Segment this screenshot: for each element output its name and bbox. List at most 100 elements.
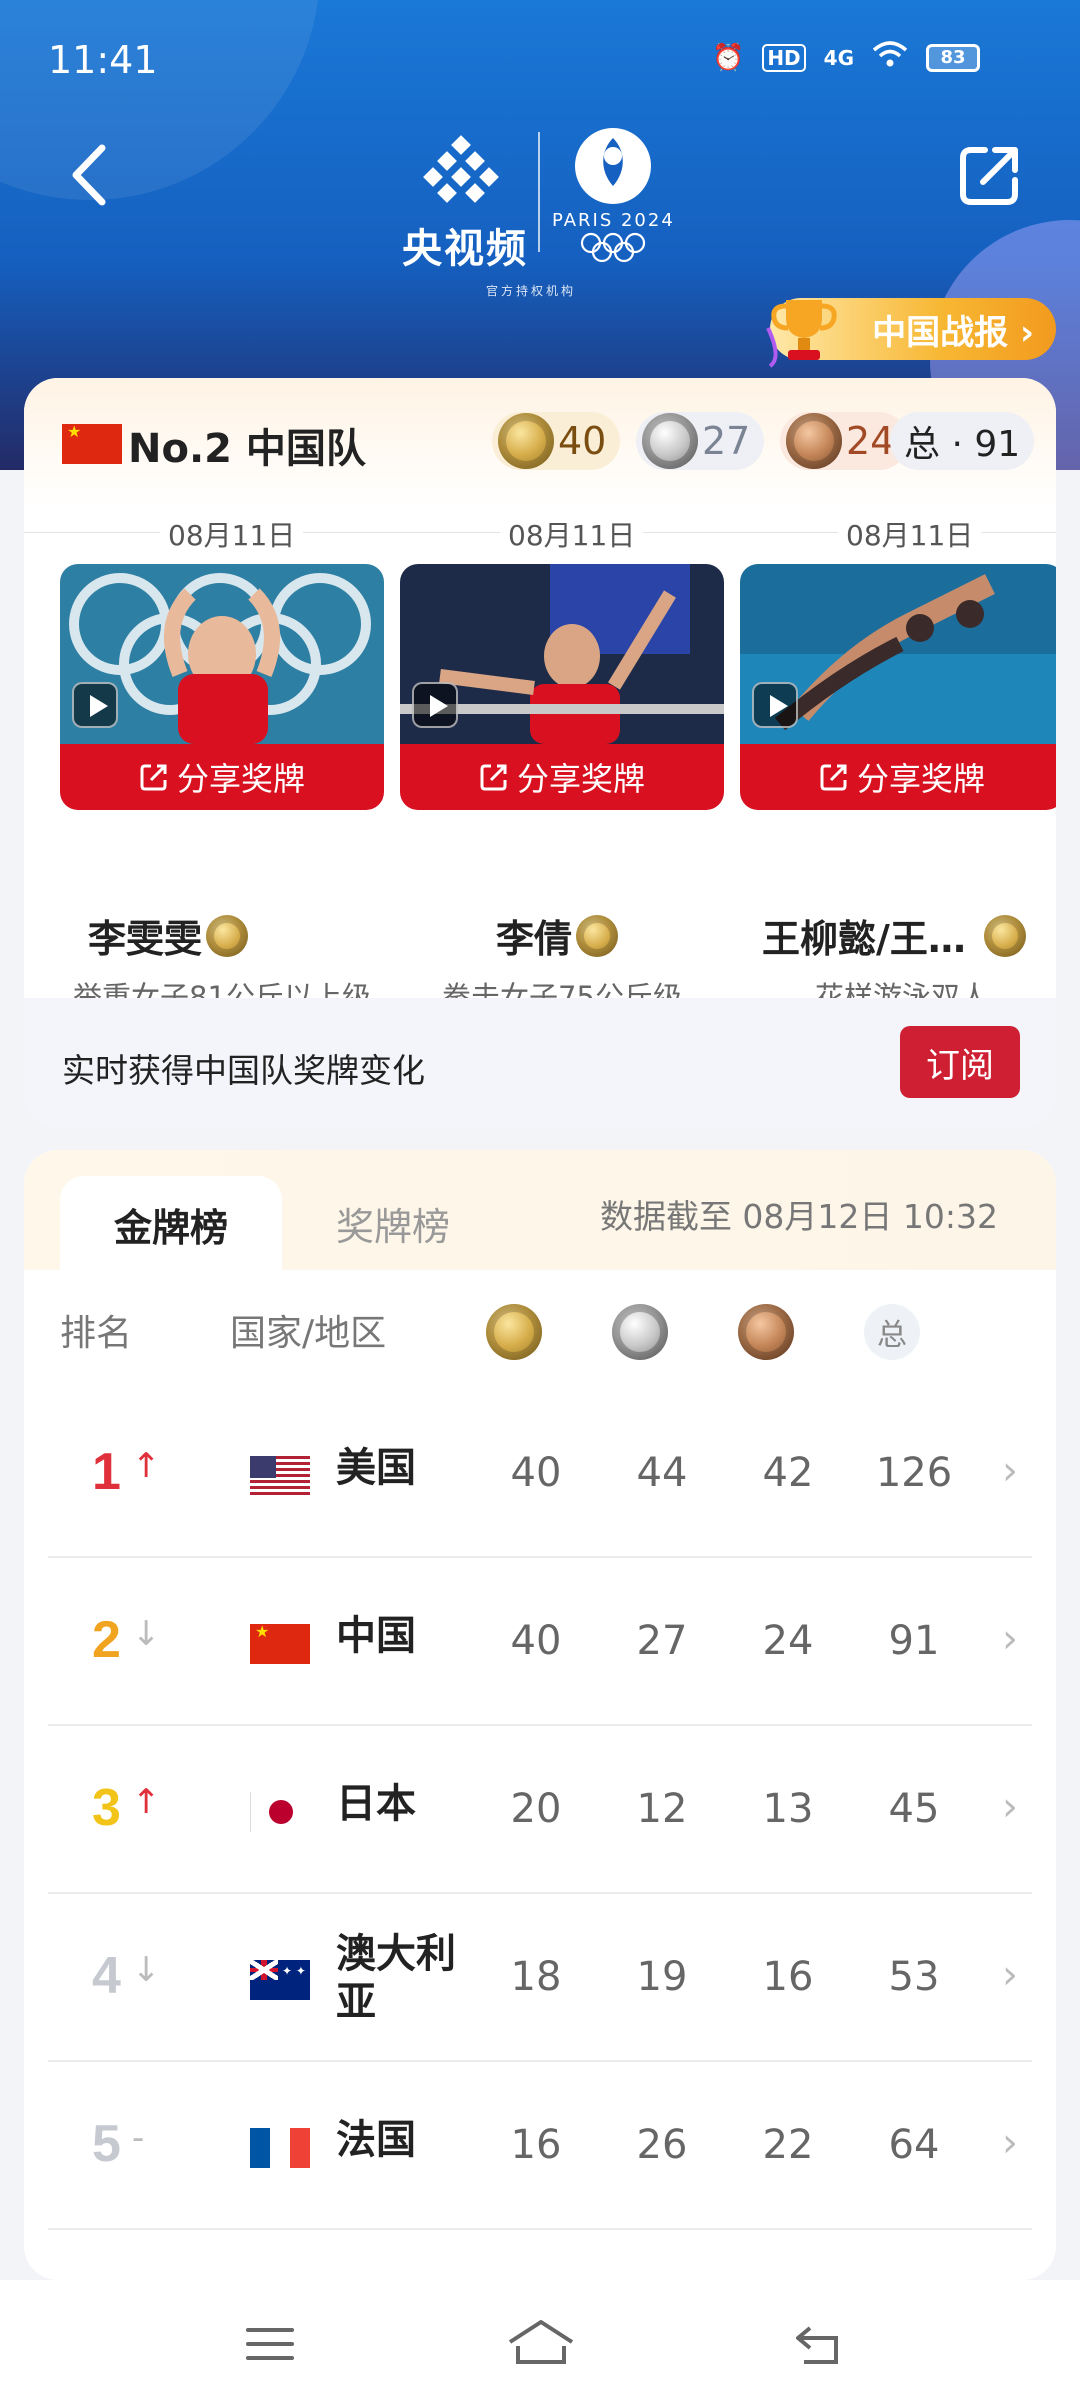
total-cell: 126 [875, 1450, 953, 1496]
silver-count: 27 [702, 419, 751, 463]
column-total-icon: 总 [864, 1304, 920, 1360]
alarm-icon: ⏰ [711, 42, 745, 73]
share-medal-button[interactable]: 分享奖牌 [60, 744, 384, 810]
silver-cell: 26 [636, 2122, 688, 2168]
rank-number: 3 [92, 1779, 121, 1837]
gold-cell: 40 [510, 1450, 562, 1496]
gold-cell: 18 [510, 1954, 562, 2000]
rank-number: 5 [92, 2115, 121, 2173]
gold-medal-icon [498, 413, 554, 469]
medal-dates: 08月11日 08月11日 08月11日 [24, 512, 1056, 554]
play-icon [412, 682, 458, 728]
total-cell: 91 [888, 1618, 940, 1664]
network-icon: 4G [823, 45, 854, 70]
total-count: 总 · 91 [904, 424, 1021, 465]
system-nav-bar [0, 2280, 1080, 2408]
status-bar: 11:41 ⏰ HD 4G 83 [0, 0, 1080, 120]
silver-count-pill: 27 [636, 412, 765, 470]
team-summary: No.2 中国队 40 27 24 总 · 91 [24, 378, 1056, 508]
total-cell: 45 [888, 1786, 940, 1832]
total-cell: 53 [888, 1954, 940, 2000]
share-button[interactable] [955, 140, 1025, 210]
china-flag-icon [62, 422, 122, 464]
gold-cell: 40 [510, 1618, 562, 1664]
medal-card[interactable]: 分享奖牌 [60, 564, 384, 810]
table-row[interactable]: 4 ↓ 澳大利亚 18 19 16 53 › [48, 1894, 1032, 2062]
medal-date: 08月11日 [160, 514, 304, 554]
total-cell: 64 [888, 2122, 940, 2168]
tab-medal-ranking[interactable]: 奖牌榜 [336, 1196, 450, 1251]
total-count-pill: 总 · 91 [890, 412, 1035, 470]
cctv-logo-icon [423, 135, 499, 203]
table-row[interactable]: 3 ↑ 日本 20 12 13 45 › [48, 1726, 1032, 1894]
chevron-right-icon: › [1002, 1448, 1018, 1494]
play-icon [752, 682, 798, 728]
battery-icon: 83 [926, 43, 980, 72]
trend-up-icon: ↑ [132, 1446, 161, 1486]
tab-gold-ranking[interactable]: 金牌榜 [60, 1176, 282, 1272]
chevron-right-icon: › [1002, 2120, 1018, 2166]
medal-date: 08月11日 [838, 514, 982, 554]
athlete-name-text: 王柳懿/王… [762, 917, 966, 961]
country-name: 澳大利亚 [336, 1931, 456, 2025]
subscribe-button[interactable]: 订阅 [900, 1026, 1020, 1098]
column-bronze-icon [738, 1304, 794, 1360]
team-name: No.2 中国队 [128, 426, 366, 472]
silver-cell: 12 [636, 1786, 688, 1832]
chevron-right-icon: › [1002, 1952, 1018, 1998]
bronze-cell: 13 [762, 1786, 814, 1832]
home-icon[interactable] [504, 2316, 578, 2372]
subscribe-text: 实时获得中国队奖牌变化 [62, 1051, 425, 1090]
bronze-count: 24 [846, 419, 895, 463]
column-silver-icon [612, 1304, 668, 1360]
wifi-icon [872, 40, 908, 75]
medal-date: 08月11日 [500, 514, 644, 554]
hd-icon: HD [762, 43, 806, 72]
gold-cell: 20 [510, 1786, 562, 1832]
gold-medal-icon [983, 914, 1026, 957]
share-icon [140, 764, 167, 791]
medal-table: 金牌榜 奖牌榜 数据截至 08月12日 10:32 排名 国家/地区 总 1 ↑… [24, 1150, 1056, 2280]
medal-table-tabs: 金牌榜 奖牌榜 数据截至 08月12日 10:32 [24, 1150, 1056, 1272]
china-flag-icon [250, 1622, 310, 1664]
share-medal-label: 分享奖牌 [516, 760, 645, 798]
back-button[interactable] [60, 140, 120, 210]
medal-card[interactable]: 分享奖牌 [400, 564, 724, 810]
athlete-name: 李雯雯 [88, 908, 249, 963]
china-report-label: 中国战报 › [872, 312, 1034, 353]
medal-card[interactable]: 分享奖牌 [740, 564, 1056, 810]
share-medal-label: 分享奖牌 [856, 760, 985, 798]
column-gold-icon [486, 1304, 542, 1360]
bronze-cell: 16 [762, 1954, 814, 2000]
silver-medal-icon [642, 413, 698, 469]
chevron-right-icon: › [1002, 1616, 1018, 1662]
back-icon[interactable] [790, 2316, 850, 2372]
chevron-right-icon: › [1002, 1784, 1018, 1830]
team-card: No.2 中国队 40 27 24 总 · 91 08月11日 08月11日 0… [24, 378, 1056, 1128]
share-medal-button[interactable]: 分享奖牌 [740, 744, 1056, 810]
silver-cell: 27 [636, 1618, 688, 1664]
bronze-medal-icon [786, 413, 842, 469]
australia-flag-icon [250, 1960, 310, 2000]
bronze-cell: 42 [762, 1450, 814, 1496]
table-row[interactable]: 2 ↓ 中国 40 27 24 91 › [48, 1558, 1032, 1726]
table-row[interactable]: 1 ↑ 美国 40 44 42 126 › [48, 1390, 1032, 1558]
subscribe-bar: 实时获得中国队奖牌变化 订阅 [24, 998, 1056, 1128]
share-medal-button[interactable]: 分享奖牌 [400, 744, 724, 810]
share-icon [960, 147, 1018, 205]
logo-subtitle: 官方持权机构 [486, 284, 577, 298]
gold-count: 40 [558, 419, 607, 463]
china-report-button[interactable]: 中国战报 › [766, 298, 1056, 368]
menu-icon[interactable] [240, 2316, 300, 2372]
japan-flag-icon [250, 1792, 310, 1832]
cctv-logo-text: 央视频 [402, 226, 528, 272]
rank-number: 4 [92, 1947, 121, 2005]
usa-flag-icon [250, 1456, 310, 1496]
gold-medal-icon [206, 914, 249, 957]
country-name: 中国 [336, 1613, 416, 1659]
bronze-cell: 22 [762, 2122, 814, 2168]
bronze-cell: 24 [762, 1618, 814, 1664]
status-icons: ⏰ HD 4G 83 [712, 40, 980, 75]
table-row[interactable]: 5 - 法国 16 26 22 64 › [48, 2062, 1032, 2230]
trend-down-icon: ↓ [132, 1950, 161, 1990]
